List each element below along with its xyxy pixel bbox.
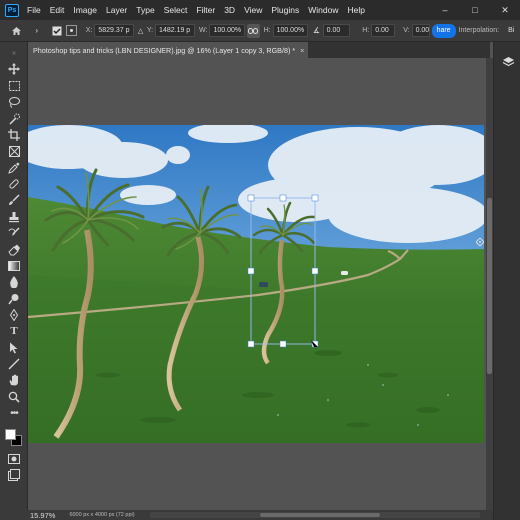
dodge-icon[interactable] <box>6 292 22 306</box>
history-brush-icon[interactable] <box>6 226 22 240</box>
zoom-icon[interactable] <box>6 390 22 404</box>
menu-layer[interactable]: Layer <box>106 5 127 15</box>
marquee-icon[interactable] <box>6 79 22 93</box>
move-icon[interactable] <box>6 62 22 76</box>
interpolation-label: Interpolation: <box>458 27 500 34</box>
menu-select[interactable]: Select <box>164 5 188 15</box>
interpolation-select[interactable]: Bi <box>505 24 520 37</box>
options-bar: › X: 5829.37 p △ Y: 1482.19 p W: 100.00%… <box>0 20 520 42</box>
canvas-edge-handle-icon[interactable] <box>475 237 485 247</box>
blur-icon[interactable] <box>6 275 22 289</box>
menu-items: File Edit Image Layer Type Select Filter… <box>27 5 365 15</box>
height-field[interactable]: 100.00% <box>272 24 309 37</box>
window-controls: – □ ✕ <box>430 0 520 20</box>
menu-type[interactable]: Type <box>136 5 154 15</box>
checkbox-icon[interactable] <box>51 24 63 38</box>
menu-filter[interactable]: Filter <box>196 5 215 15</box>
quick-select-icon[interactable] <box>6 112 22 126</box>
line-icon[interactable] <box>6 357 22 371</box>
document-image[interactable] <box>28 125 484 443</box>
document-tab[interactable]: Photoshop tips and tricks (LBN DESIGNER)… <box>28 42 308 58</box>
menu-plugins[interactable]: Plugins <box>271 5 299 15</box>
canvas-area[interactable] <box>28 58 486 510</box>
healing-brush-icon[interactable] <box>6 177 22 191</box>
document-info[interactable]: 6000 px x 4000 px (72 ppi) <box>69 512 134 518</box>
frame-icon[interactable] <box>6 144 22 158</box>
link-icon[interactable] <box>247 23 260 38</box>
menu-help[interactable]: Help <box>347 5 364 15</box>
width-field[interactable]: 100.00% <box>209 24 246 37</box>
relative-delta-icon[interactable]: △ <box>134 24 146 38</box>
x-label: X: <box>85 27 93 34</box>
angle-field[interactable]: 0.00 <box>322 24 351 37</box>
menu-image[interactable]: Image <box>73 5 97 15</box>
minimize-button[interactable]: – <box>430 0 460 20</box>
menu-view[interactable]: View <box>244 5 262 15</box>
eyedropper-icon[interactable] <box>6 161 22 175</box>
quick-mask-icon[interactable] <box>6 452 22 466</box>
rotate-angle-icon: ∡ <box>312 26 320 35</box>
y-label: Y: <box>146 27 154 34</box>
eraser-icon[interactable] <box>6 243 22 257</box>
photoshop-logo: Ps <box>5 3 19 17</box>
collapse-toolbox-icon[interactable]: » <box>6 46 22 60</box>
home-icon[interactable] <box>10 24 22 38</box>
lasso-icon[interactable] <box>6 95 22 109</box>
w-label: W: <box>199 27 208 34</box>
horizontal-scrollbar[interactable] <box>150 512 480 518</box>
horizontal-scroll-thumb[interactable] <box>260 513 380 517</box>
layers-icon[interactable] <box>500 55 516 69</box>
menu-3d[interactable]: 3D <box>224 5 235 15</box>
maximize-button[interactable]: □ <box>460 0 490 20</box>
h-skew-label: H: <box>362 27 370 34</box>
document-tab-bar: Photoshop tips and tricks (LBN DESIGNER)… <box>28 42 490 58</box>
menu-bar: Ps File Edit Image Layer Type Select Fil… <box>0 0 520 20</box>
v-skew-field[interactable]: 0.00 <box>411 24 430 37</box>
path-select-icon[interactable] <box>6 341 22 355</box>
v-skew-label: V: <box>403 27 410 34</box>
chevron-right-icon: › <box>35 26 38 35</box>
h-skew-field[interactable]: 0.00 <box>371 24 396 37</box>
menu-window[interactable]: Window <box>308 5 338 15</box>
zoom-level[interactable]: 15.97% <box>30 511 55 520</box>
foreground-color-swatch[interactable] <box>5 429 16 440</box>
type-icon[interactable]: T <box>6 324 22 338</box>
document-tab-title: Photoshop tips and tricks (LBN DESIGNER)… <box>33 45 296 55</box>
close-tab-icon[interactable]: × <box>300 46 304 55</box>
close-window-button[interactable]: ✕ <box>490 0 520 20</box>
status-bar: 15.97% 6000 px x 4000 px (72 ppi) <box>0 510 493 520</box>
crop-icon[interactable] <box>6 128 22 142</box>
y-field[interactable]: 1482.19 p <box>155 24 196 37</box>
menu-edit[interactable]: Edit <box>50 5 65 15</box>
vertical-scrollbar[interactable] <box>486 58 493 510</box>
menu-file[interactable]: File <box>27 5 41 15</box>
commit-button[interactable]: hare <box>431 23 456 38</box>
gradient-icon[interactable] <box>6 259 22 273</box>
right-panel-dock <box>493 42 520 520</box>
brush-icon[interactable] <box>6 193 22 207</box>
toolbox: » T ••• <box>0 42 28 510</box>
reference-point-icon[interactable] <box>65 24 78 38</box>
x-field[interactable]: 5829.37 p <box>94 24 135 37</box>
screen-mode-icon[interactable] <box>6 468 22 482</box>
vertical-scroll-thumb[interactable] <box>487 198 492 374</box>
hand-icon[interactable] <box>6 373 22 387</box>
h-label: H: <box>263 27 271 34</box>
clone-stamp-icon[interactable] <box>6 210 22 224</box>
more-tools-icon[interactable]: ••• <box>6 406 22 420</box>
pen-icon[interactable] <box>6 308 22 322</box>
